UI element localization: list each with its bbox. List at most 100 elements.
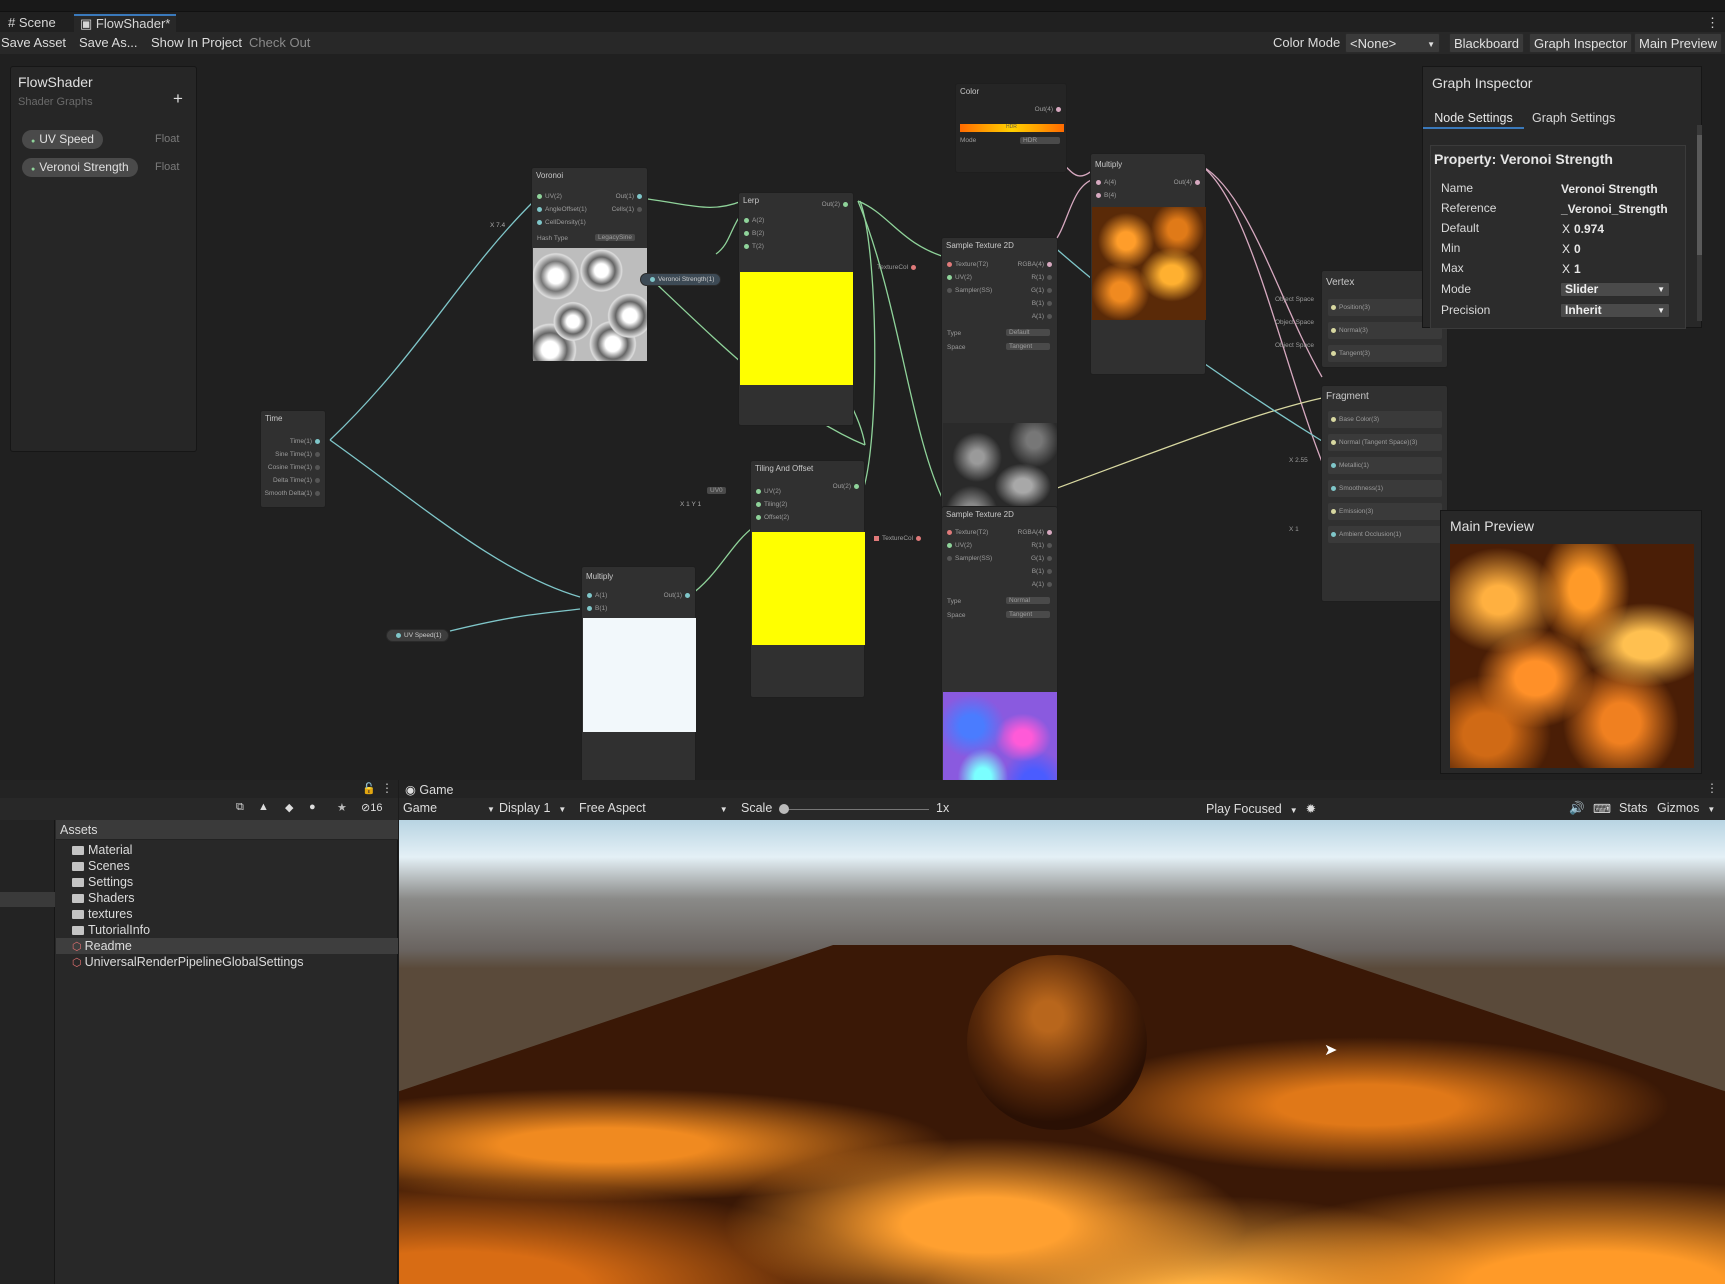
sample-texture-node-1[interactable]: Sample Texture 2D Texture(T2) UV(2) Samp… [941, 237, 1058, 537]
folder-material[interactable]: Material [72, 843, 132, 857]
max-field[interactable]: 1 [1574, 262, 1581, 276]
asset-readme[interactable]: ⬡ Readme [72, 939, 132, 953]
graph-inspector-button[interactable]: Graph Inspector [1529, 33, 1633, 53]
star-icon[interactable]: ★ [337, 801, 347, 814]
game-menu-icon[interactable]: ⋮ [1706, 781, 1718, 795]
multiply-bottom-node[interactable]: Multiply A(1) B(1) Out(1) [581, 566, 696, 788]
vertex-tangent-block[interactable]: Tangent(3) [1328, 345, 1442, 362]
fragment-ao-block[interactable]: Ambient Occlusion(1) [1328, 526, 1442, 543]
default-field[interactable]: 0.974 [1574, 222, 1604, 236]
sample1-uv-port[interactable]: UV(2) [944, 274, 972, 281]
folder-textures[interactable]: textures [72, 907, 132, 921]
folder-settings[interactable]: Settings [72, 875, 133, 889]
tiling-xy-value[interactable]: X 1 Y 1 [680, 501, 701, 508]
sample2-b-port[interactable]: B(1) [1032, 568, 1055, 575]
inspector-scrollbar[interactable] [1697, 125, 1702, 321]
asset-urp-settings[interactable]: ⬡ UniversalRenderPipelineGlobalSettings [72, 955, 303, 969]
voronoi-out-port[interactable]: Out(1) [616, 193, 645, 200]
sample2-sampler-port[interactable]: Sampler(SS) [944, 555, 992, 562]
fragment-basecolor-block[interactable]: Base Color(3) [1328, 411, 1442, 428]
label-icon[interactable]: ◆ [285, 801, 293, 814]
save-asset-button[interactable]: Save Asset [1, 35, 66, 50]
mute-audio-icon[interactable]: 🔊 [1569, 801, 1585, 816]
multiply-top-a-port[interactable]: A(4) [1093, 179, 1116, 186]
tiling-uv-dropdown[interactable]: UV0 [707, 487, 726, 494]
multiply-b-port[interactable]: B(1) [584, 605, 607, 612]
check-out-button[interactable]: Check Out [249, 35, 310, 50]
texture-input-2[interactable]: TextureCol [871, 535, 924, 542]
stats-button[interactable]: Stats [1619, 801, 1648, 815]
fragment-stack[interactable]: Fragment Base Color(3) Normal (Tangent S… [1321, 385, 1448, 602]
folder-shaders[interactable]: Shaders [72, 891, 135, 905]
lerp-out-port[interactable]: Out(2) [822, 201, 851, 208]
sample1-r-port[interactable]: R(1) [1031, 274, 1055, 281]
sample2-rgba-port[interactable]: RGBA(4) [1018, 529, 1055, 536]
warning-icon[interactable]: ● [309, 801, 316, 813]
sample-texture-node-2[interactable]: Sample Texture 2D Texture(T2) UV(2) Samp… [941, 506, 1058, 808]
game-mode-dropdown[interactable]: Game ▼ [403, 801, 495, 815]
multiply-top-out-port[interactable]: Out(4) [1174, 179, 1203, 186]
tiling-tiling-port[interactable]: Tiling(2) [753, 501, 787, 508]
sample1-rgba-port[interactable]: RGBA(4) [1018, 261, 1055, 268]
keyboard-icon[interactable]: ⌨ [1593, 801, 1611, 816]
time-node[interactable]: Time Time(1) Sine Time(1) Cosine Time(1)… [260, 410, 326, 508]
add-property-button[interactable]: + [173, 89, 183, 109]
tab-graph-settings[interactable]: Graph Settings [1532, 109, 1615, 129]
sample2-g-port[interactable]: G(1) [1031, 555, 1055, 562]
time-port[interactable]: Time(1) [290, 438, 323, 445]
multiply-out-port[interactable]: Out(1) [664, 592, 693, 599]
sample2-texture-port[interactable]: Texture(T2) [944, 529, 988, 536]
uv-speed-node[interactable]: UV Speed(1) [386, 629, 449, 642]
color-swatch[interactable]: HDR [960, 124, 1064, 132]
voronoi-density-port[interactable]: CellDensity(1) [534, 219, 586, 226]
menu-icon[interactable]: ⋮ [381, 781, 393, 795]
tiling-offset-node[interactable]: Tiling And Offset UV(2) Tiling(2) Offset… [750, 460, 865, 698]
search-by-type-icon[interactable]: ⧉ [236, 801, 244, 814]
color-mode-dropdown[interactable]: HDR [1020, 137, 1060, 144]
fragment-emission-block[interactable]: Emission(3) [1328, 503, 1442, 520]
filter-icon[interactable]: ▲ [258, 801, 269, 813]
multiply-top-b-port[interactable]: B(4) [1093, 192, 1116, 199]
ao-value[interactable]: X 1 [1289, 526, 1299, 533]
sample1-sampler-port[interactable]: Sampler(SS) [944, 287, 992, 294]
lerp-node[interactable]: Lerp A(2) B(2) T(2) Out(2) [738, 192, 854, 426]
sample1-a-port[interactable]: A(1) [1032, 313, 1055, 320]
aspect-dropdown[interactable]: Free Aspect ▼ [579, 801, 728, 815]
smooth-delta-port[interactable]: Smooth Delta(1) [265, 490, 323, 497]
lerp-a-port[interactable]: A(2) [741, 217, 764, 224]
main-preview-render[interactable] [1450, 544, 1694, 768]
voronoi-cells-port[interactable]: Cells(1) [612, 206, 645, 213]
sample1-space-dropdown[interactable]: Tangent [1006, 343, 1050, 350]
delta-time-port[interactable]: Delta Time(1) [273, 477, 323, 484]
tiling-uv-port[interactable]: UV(2) [753, 488, 781, 495]
sample2-uv-port[interactable]: UV(2) [944, 542, 972, 549]
save-as-button[interactable]: Save As... [79, 35, 138, 50]
sample1-b-port[interactable]: B(1) [1032, 300, 1055, 307]
scale-slider-handle[interactable] [779, 804, 789, 814]
min-field[interactable]: 0 [1574, 242, 1581, 256]
precision-dropdown[interactable]: Inherit ▼ [1560, 303, 1670, 318]
show-in-project-button[interactable]: Show In Project [151, 35, 242, 50]
tiling-offset-port[interactable]: Offset(2) [753, 514, 789, 521]
tab-flowshader[interactable]: ▣ FlowShader* [74, 14, 177, 32]
main-preview-button[interactable]: Main Preview [1634, 33, 1723, 53]
fragment-metallic-block[interactable]: Metallic(1) [1328, 457, 1442, 474]
lerp-t-port[interactable]: T(2) [741, 243, 764, 250]
tab-node-settings[interactable]: Node Settings [1423, 109, 1524, 129]
multiply-a-port[interactable]: A(1) [584, 592, 607, 599]
reference-field[interactable]: _Veronoi_Strength [1561, 202, 1668, 216]
display-dropdown[interactable]: Display 1 ▼ [499, 801, 566, 815]
voronoi-node[interactable]: Voronoi UV(2) AngleOffset(1) CellDensity… [531, 167, 648, 361]
folder-scenes[interactable]: Scenes [72, 859, 130, 873]
gizmos-dropdown[interactable]: Gizmos ▼ [1657, 801, 1715, 815]
texture-input-1[interactable]: TextureCol [877, 264, 919, 271]
metallic-value[interactable]: X 2.55 [1289, 457, 1308, 464]
sample1-type-dropdown[interactable]: Default [1006, 329, 1050, 336]
folder-tutorialinfo[interactable]: TutorialInfo [72, 923, 150, 937]
multiply-top-node[interactable]: Multiply A(4) B(4) Out(4) [1090, 153, 1206, 375]
sample2-space-dropdown[interactable]: Tangent [1006, 611, 1050, 618]
tab-scene[interactable]: # Scene [2, 14, 62, 32]
fragment-normal-block[interactable]: Normal (Tangent Space)(3) [1328, 434, 1442, 451]
tiling-out-port[interactable]: Out(2) [833, 483, 862, 490]
cosine-time-port[interactable]: Cosine Time(1) [268, 464, 323, 471]
